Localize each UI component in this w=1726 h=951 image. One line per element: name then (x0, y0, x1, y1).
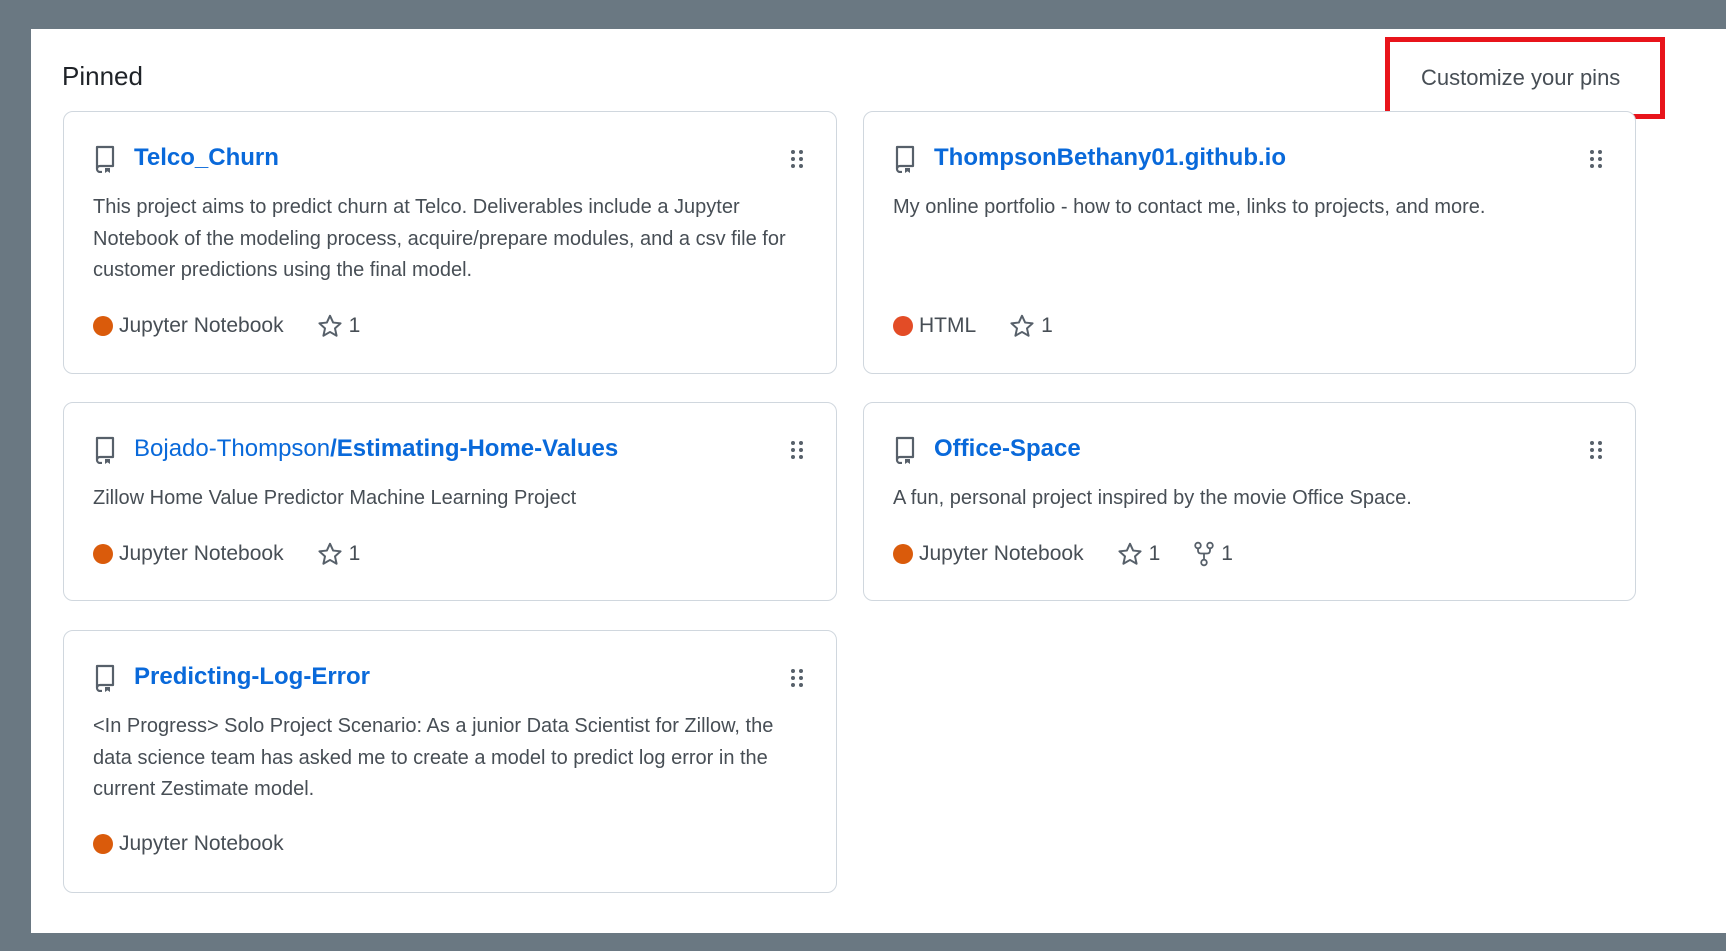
repo-meta: HTML 1 (893, 313, 1053, 339)
star-count: 1 (1148, 542, 1161, 565)
grabber-icon[interactable] (790, 440, 804, 460)
repo-name: Office-Space (934, 435, 1081, 462)
language-name: Jupyter Notebook (919, 542, 1084, 565)
language: Jupyter Notebook (93, 542, 284, 566)
language-name: HTML (919, 314, 977, 337)
stars-link[interactable]: 1 (1117, 541, 1161, 567)
pinned-card-portfolio: ThompsonBethany01.github.io My online po… (863, 111, 1636, 374)
repo-meta: Jupyter Notebook 1 (93, 313, 360, 339)
customize-pins-link[interactable]: Customize your pins (1421, 65, 1620, 91)
repo-name-link[interactable]: Bojado-Thompson/Estimating-Home-Values (134, 435, 618, 463)
repo-icon (95, 145, 115, 173)
repo-name: Estimating-Home-Values (336, 435, 619, 462)
repo-name: Predicting-Log-Error (134, 663, 371, 690)
repo-meta: Jupyter Notebook 1 (93, 541, 360, 567)
repo-name-link[interactable]: Telco_Churn (134, 144, 279, 172)
repo-name-link[interactable]: Office-Space (934, 435, 1081, 463)
repo-icon (95, 436, 115, 464)
pinned-card-estimating-home-values: Bojado-Thompson/Estimating-Home-Values Z… (63, 402, 837, 601)
grabber-icon[interactable] (790, 668, 804, 688)
language: Jupyter Notebook (93, 832, 284, 856)
language: HTML (893, 314, 976, 338)
language-color-dot (93, 544, 113, 564)
pinned-panel: Pinned Customize your pins Telco_Churn T… (31, 29, 1726, 933)
star-count: 1 (1041, 314, 1053, 337)
repo-name: Telco_Churn (134, 144, 279, 171)
grabber-icon[interactable] (1589, 149, 1603, 169)
repo-meta: Jupyter Notebook 1 1 (893, 541, 1233, 567)
star-icon (1118, 542, 1142, 565)
language-color-dot (93, 834, 113, 854)
repo-owner: Bojado-Thompson (134, 435, 331, 462)
star-icon (318, 314, 342, 337)
stars-link[interactable]: 1 (317, 541, 361, 567)
forks-link[interactable]: 1 (1193, 541, 1233, 567)
grabber-icon[interactable] (1589, 440, 1603, 460)
language-name: Jupyter Notebook (119, 542, 284, 565)
star-count: 1 (348, 542, 361, 565)
pinned-card-telco-churn: Telco_Churn This project aims to predict… (63, 111, 837, 374)
repo-icon (895, 145, 915, 173)
repo-description: Zillow Home Value Predictor Machine Lear… (93, 487, 577, 509)
fork-icon (1194, 541, 1214, 567)
repo-meta: Jupyter Notebook (93, 832, 284, 856)
language: Jupyter Notebook (93, 314, 284, 338)
repo-description: A fun, personal project inspired by the … (893, 487, 1412, 509)
language-color-dot (93, 316, 113, 336)
language-color-dot (893, 544, 913, 564)
repo-icon (895, 436, 915, 464)
grabber-icon[interactable] (790, 149, 804, 169)
language-name: Jupyter Notebook (119, 832, 284, 855)
section-title: Pinned (62, 61, 143, 91)
repo-description: <In Progress> Solo Project Scenario: As … (93, 715, 774, 800)
star-icon (1010, 314, 1034, 337)
pinned-card-office-space: Office-Space A fun, personal project ins… (863, 402, 1636, 601)
repo-name-link[interactable]: Predicting-Log-Error (134, 663, 370, 691)
stars-link[interactable]: 1 (1009, 313, 1053, 339)
repo-icon (95, 664, 115, 692)
language: Jupyter Notebook (893, 542, 1084, 566)
language-name: Jupyter Notebook (119, 314, 284, 337)
star-count: 1 (348, 314, 361, 337)
repo-description: My online portfolio - how to contact me,… (893, 196, 1486, 218)
repo-description: This project aims to predict churn at Te… (93, 196, 786, 281)
fork-count: 1 (1221, 542, 1233, 565)
repo-name-link[interactable]: ThompsonBethany01.github.io (934, 144, 1286, 172)
repo-name: ThompsonBethany01.github.io (934, 144, 1286, 171)
stars-link[interactable]: 1 (317, 313, 361, 339)
pinned-card-predicting-log-error: Predicting-Log-Error <In Progress> Solo … (63, 630, 837, 893)
star-icon (318, 542, 342, 565)
language-color-dot (893, 316, 913, 336)
